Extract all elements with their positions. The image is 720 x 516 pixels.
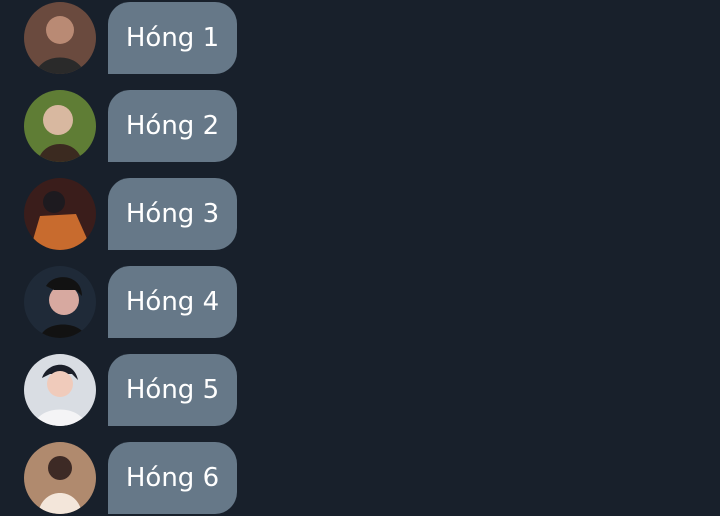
message-item[interactable]: Hóng 1 <box>24 2 284 74</box>
message-item[interactable]: Hóng 3 <box>24 178 284 250</box>
avatar-photo-icon <box>24 90 96 162</box>
message-item[interactable]: Hóng 2 <box>24 90 284 162</box>
message-bubble[interactable]: Hóng 5 <box>108 354 237 426</box>
message-bubble[interactable]: Hóng 1 <box>108 2 237 74</box>
avatar[interactable] <box>24 354 96 426</box>
avatar-photo-icon <box>24 2 96 74</box>
message-bubble[interactable]: Hóng 2 <box>108 90 237 162</box>
avatar[interactable] <box>24 442 96 514</box>
avatar[interactable] <box>24 2 96 74</box>
message-item[interactable]: Hóng 6 <box>24 442 284 514</box>
message-list: Hóng 1 Hóng 2 Hóng 3 Hóng 4 Hóng 5 Hóng … <box>0 0 720 516</box>
message-bubble[interactable]: Hóng 3 <box>108 178 237 250</box>
avatar-photo-icon <box>24 442 96 514</box>
avatar-photo-icon <box>24 354 96 426</box>
avatar[interactable] <box>24 266 96 338</box>
message-item[interactable]: Hóng 4 <box>24 266 284 338</box>
message-item[interactable]: Hóng 5 <box>24 354 284 426</box>
avatar-photo-icon <box>24 178 96 250</box>
avatar[interactable] <box>24 90 96 162</box>
message-bubble[interactable]: Hóng 6 <box>108 442 237 514</box>
message-bubble[interactable]: Hóng 4 <box>108 266 237 338</box>
avatar-photo-icon <box>24 266 96 338</box>
avatar[interactable] <box>24 178 96 250</box>
